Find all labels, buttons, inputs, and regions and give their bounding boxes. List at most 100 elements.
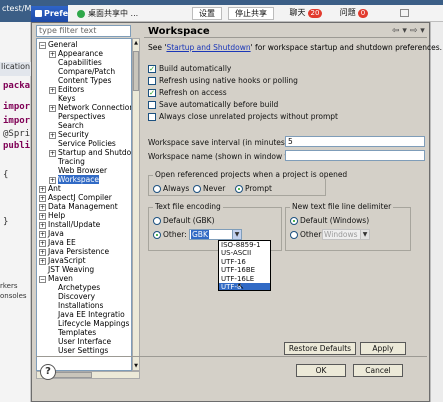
ide-editor-tab[interactable]: lication [0,62,31,76]
encoding-option[interactable]: UTF-16BE [219,266,270,274]
tree-item[interactable]: Lifecycle Mappings [49,319,129,328]
encoding-option[interactable]: ISO-8859-1 [219,241,270,249]
tree-item[interactable]: Installations [49,301,103,310]
delimiter-other-radio[interactable]: Other: [290,230,324,239]
expand-icon[interactable]: + [39,239,46,247]
expand-icon[interactable]: + [49,104,56,112]
forward-menu-icon[interactable]: ▾ [420,26,425,36]
delimiter-select[interactable]: Windows ▼ [322,229,370,240]
delimiter-default-radio[interactable]: Default (Windows) [290,216,369,225]
open-option-radio[interactable]: Never [193,184,225,193]
expand-icon[interactable]: + [49,86,56,94]
tree-item[interactable]: Discovery [49,292,95,301]
chevron-down-icon[interactable]: ▼ [232,230,241,239]
chevron-down-icon[interactable]: ▼ [360,230,369,239]
tree-vertical-scrollbar[interactable]: ▲ ▼ [132,38,140,371]
help-icon[interactable]: ? [40,364,56,380]
tree-item[interactable]: + Security [49,130,89,139]
expand-icon[interactable]: + [39,212,46,220]
expand-icon[interactable]: + [49,149,56,157]
expand-icon[interactable]: + [49,131,56,139]
collapse-icon[interactable]: − [39,41,46,49]
tree-item[interactable]: Java EE Integratio [49,310,125,319]
tree-item[interactable]: Perspectives [49,112,105,121]
tree-item[interactable]: + Data Management [39,202,118,211]
tree-item[interactable]: Tracing [49,157,85,166]
expand-icon[interactable]: + [49,176,56,184]
tree-item[interactable]: + Startup and Shutdo [49,148,131,157]
tree-item[interactable]: + Editors [49,85,84,94]
tree-item[interactable]: + Workspace [49,175,99,184]
tree-item[interactable]: + Appearance [49,49,103,58]
expand-icon[interactable]: + [39,230,46,238]
tree-item[interactable]: − Maven [39,274,73,283]
tree-item[interactable]: User Interface [49,337,111,346]
ide-top-tab[interactable]: ctest/M [2,4,31,13]
save-interval-field[interactable]: 5 [285,136,425,147]
tree-item[interactable]: Keys [49,94,76,103]
tree-item[interactable]: Compare/Patch [49,67,115,76]
share-settings-button[interactable]: 设置 [192,7,222,20]
code-line: { [3,170,9,180]
option-checkbox[interactable]: Refresh using native hooks or polling [148,76,298,85]
expand-icon[interactable]: + [39,248,46,256]
back-menu-icon[interactable]: ▾ [402,26,407,36]
tree-item[interactable]: Capabilities [49,58,102,67]
collapse-icon[interactable]: − [39,275,46,283]
apply-button[interactable]: Apply [360,342,406,355]
tree-item[interactable]: + Java EE [39,238,76,247]
stop-share-button[interactable]: 停止共享 [228,7,274,20]
startup-shutdown-link[interactable]: Startup and Shutdown [166,43,250,52]
tree-item[interactable]: Templates [49,328,96,337]
tree-item[interactable]: + Java [39,229,64,238]
encoding-default-radio[interactable]: Default (GBK) [153,216,215,225]
tree-item[interactable]: Search [49,121,84,130]
filter-input[interactable]: type filter text [36,25,131,37]
open-option-radio[interactable]: Prompt [235,184,272,193]
encoding-other-radio[interactable]: Other: [153,230,187,239]
tree-item[interactable]: + Java Persistence [39,247,109,256]
tree-item[interactable]: Web Browser [49,166,107,175]
tree-item[interactable]: + AspectJ Compiler [39,193,112,202]
encoding-option[interactable]: US-ASCII [219,249,270,257]
tree-item[interactable]: + Network Connection [49,103,131,112]
tree-item[interactable]: Service Policies [49,139,116,148]
chat-button[interactable]: 聊天 20 [284,7,328,20]
open-option-radio[interactable]: Always [153,184,189,193]
tree-item[interactable]: + Help [39,211,65,220]
checkbox-checked-icon: ✓ [148,65,156,73]
tree-item[interactable]: Content Types [49,76,111,85]
back-icon[interactable]: ⇦ [392,26,400,36]
tree-item[interactable]: + Ant [39,184,61,193]
expand-icon[interactable]: + [39,221,46,229]
encoding-select[interactable]: GBK ▼ [189,229,242,240]
option-label: Save automatically before build [159,100,279,109]
scroll-thumb[interactable] [133,51,139,91]
option-checkbox[interactable]: ✓ Refresh on access [148,88,227,97]
expand-icon[interactable]: + [39,203,46,211]
expand-icon[interactable]: + [39,185,46,193]
workspace-name-field[interactable] [285,150,425,161]
option-checkbox[interactable]: Always close unrelated projects without … [148,112,338,121]
expand-icon[interactable]: + [49,50,56,58]
tree-item[interactable]: − General [39,40,78,49]
expand-icon[interactable]: + [39,194,46,202]
forward-icon[interactable]: ⇨ [410,26,418,36]
scroll-up-icon[interactable]: ▲ [133,39,139,47]
option-checkbox[interactable]: Save automatically before build [148,100,278,109]
window-minimize-icon[interactable] [400,9,409,17]
encoding-option[interactable]: UTF-16 [219,258,270,266]
tree-item[interactable]: User Settings [49,346,108,355]
tree-item[interactable]: + Install/Update [39,220,100,229]
tree-item[interactable]: Archetypes [49,283,100,292]
ide-bottom-tab[interactable]: onsoles [0,292,31,304]
questions-button[interactable]: 问题 0 [332,7,376,20]
expand-icon[interactable]: + [39,257,46,265]
tree-item[interactable]: + JavaScript [39,256,86,265]
scroll-down-icon[interactable]: ▼ [133,362,139,370]
tree-item[interactable]: JST Weaving [39,265,94,274]
cancel-button[interactable]: Cancel [353,364,403,377]
restore-defaults-button[interactable]: Restore Defaults [284,342,356,355]
ok-button[interactable]: OK [296,364,346,377]
option-checkbox[interactable]: ✓ Build automatically [148,64,231,73]
